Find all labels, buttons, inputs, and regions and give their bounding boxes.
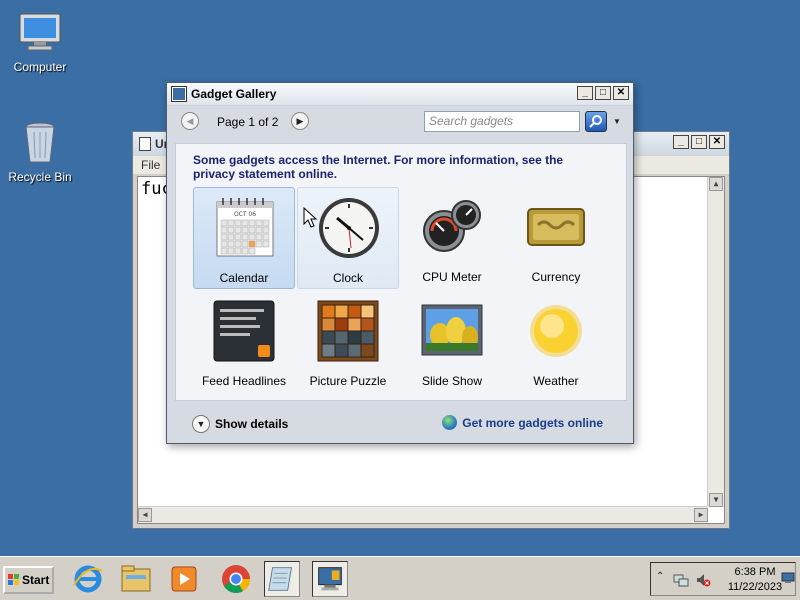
weather-icon <box>530 305 582 357</box>
start-button[interactable]: Start <box>3 566 54 594</box>
scroll-right-arrow-icon[interactable]: ▶ <box>694 508 708 522</box>
gadget-tile-clock[interactable]: Clock <box>297 187 399 289</box>
next-page-button[interactable]: ▶ <box>291 112 309 130</box>
gadgets-taskbar-icon[interactable] <box>312 561 348 597</box>
globe-icon <box>442 415 458 430</box>
minimize-button[interactable]: _ <box>577 86 593 100</box>
desktop-icon-label: Recycle Bin <box>8 170 72 184</box>
gadget-tile-currency[interactable]: Currency <box>505 187 607 289</box>
calendar-month-text: OCT 06 <box>234 211 256 218</box>
gadget-tile-cpu-meter[interactable]: CPU Meter <box>401 187 503 289</box>
start-label: Start <box>22 573 50 587</box>
network-icon[interactable] <box>673 572 689 588</box>
desktop-icon-label: Computer <box>13 60 67 74</box>
gadget-tile-picture-puzzle[interactable]: Picture Puzzle <box>297 291 399 393</box>
show-desktop-icon[interactable] <box>781 571 795 585</box>
close-button[interactable]: ✕ <box>709 135 725 149</box>
internet-notice[interactable]: Some gadgets access the Internet. For mo… <box>193 153 593 181</box>
gadget-name: Slide Show <box>421 374 483 388</box>
gadget-name: Calendar <box>219 271 269 285</box>
gallery-toolbar: ◀ Page 1 of 2 ▶ Search gadgets ▼ <box>167 106 633 138</box>
gadget-gallery-window: Gadget Gallery _ □ ✕ ◀ Page 1 of 2 ▶ Sea… <box>166 82 634 444</box>
cpu-meter-icon <box>423 200 481 252</box>
minimize-button[interactable]: _ <box>673 135 689 149</box>
file-explorer-icon[interactable] <box>118 561 154 597</box>
feed-headlines-icon <box>213 300 275 362</box>
previous-page-button[interactable]: ◀ <box>181 112 199 130</box>
gallery-title: Gadget Gallery <box>191 87 277 101</box>
volume-muted-icon[interactable] <box>695 572 711 588</box>
taskbar: Start ⌃ 6:38 PM 11/22/2023 <box>0 556 800 600</box>
get-more-gadgets-label: Get more gadgets online <box>462 415 603 430</box>
scroll-up-arrow-icon[interactable]: ▲ <box>709 177 723 191</box>
system-tray: ⌃ 6:38 PM 11/22/2023 <box>650 562 796 596</box>
desktop-icon-computer[interactable]: Computer <box>0 8 80 74</box>
gallery-footer: ▼ Show details Get more gadgets online <box>167 403 633 443</box>
mouse-cursor-icon <box>303 207 317 228</box>
gadget-tile-feed-headlines[interactable]: Feed Headlines <box>193 291 295 393</box>
show-details-label: Show details <box>215 417 289 431</box>
search-input[interactable]: Search gadgets <box>424 111 580 132</box>
calendar-icon: OCT 06 <box>216 198 274 257</box>
search-icon <box>589 115 602 128</box>
gadget-list: Some gadgets access the Internet. For mo… <box>175 143 627 401</box>
gallery-app-icon <box>171 86 187 102</box>
search-options-chevron-icon[interactable]: ▼ <box>613 117 621 126</box>
gadget-name: Feed Headlines <box>201 374 287 388</box>
gadget-tile-weather[interactable]: Weather <box>505 291 607 393</box>
gadget-name: CPU Meter <box>422 270 482 284</box>
gadget-name: Picture Puzzle <box>309 374 387 388</box>
search-button[interactable] <box>585 111 607 132</box>
vertical-scrollbar[interactable]: ▲ ▼ <box>707 177 724 507</box>
picture-puzzle-icon <box>317 300 379 362</box>
clock-icon <box>319 198 379 258</box>
tray-expand-chevron-icon[interactable]: ⌃ <box>656 571 664 582</box>
clock-date[interactable]: 11/22/2023 <box>721 581 789 593</box>
windows-flag-icon <box>8 574 19 585</box>
currency-icon <box>527 208 585 246</box>
gadget-tile-slide-show[interactable]: Slide Show <box>401 291 503 393</box>
gallery-titlebar[interactable]: Gadget Gallery _ □ ✕ <box>167 83 633 106</box>
recycle-bin-icon <box>25 122 55 163</box>
slide-show-icon <box>421 304 483 356</box>
close-button[interactable]: ✕ <box>613 86 629 100</box>
media-player-icon[interactable] <box>166 561 202 597</box>
gadget-name: Weather <box>533 374 579 388</box>
scroll-down-arrow-icon[interactable]: ▼ <box>709 493 723 507</box>
menu-file[interactable]: File <box>141 158 160 172</box>
chevron-down-icon: ▼ <box>192 415 210 433</box>
gadget-name: Clock <box>332 271 363 285</box>
maximize-button[interactable]: □ <box>691 135 707 149</box>
gadget-name: Currency <box>531 270 581 284</box>
chrome-icon[interactable] <box>218 561 254 597</box>
notepad-icon <box>139 137 151 151</box>
maximize-button[interactable]: □ <box>595 86 611 100</box>
page-indicator: Page 1 of 2 <box>217 115 279 129</box>
gadget-tile-calendar[interactable]: OCT 06 Calendar <box>193 187 295 289</box>
internet-explorer-icon[interactable] <box>70 561 106 597</box>
clock-time[interactable]: 6:38 PM <box>726 566 784 578</box>
get-more-gadgets-link[interactable]: Get more gadgets online <box>442 415 603 430</box>
scroll-left-arrow-icon[interactable]: ◀ <box>138 508 152 522</box>
computer-icon <box>19 13 61 51</box>
notepad-taskbar-icon[interactable] <box>264 561 300 597</box>
horizontal-scrollbar[interactable]: ◀ ▶ <box>138 506 708 523</box>
desktop-icon-recycle-bin[interactable]: Recycle Bin <box>0 118 80 184</box>
show-details-toggle[interactable]: ▼ Show details <box>192 415 288 433</box>
